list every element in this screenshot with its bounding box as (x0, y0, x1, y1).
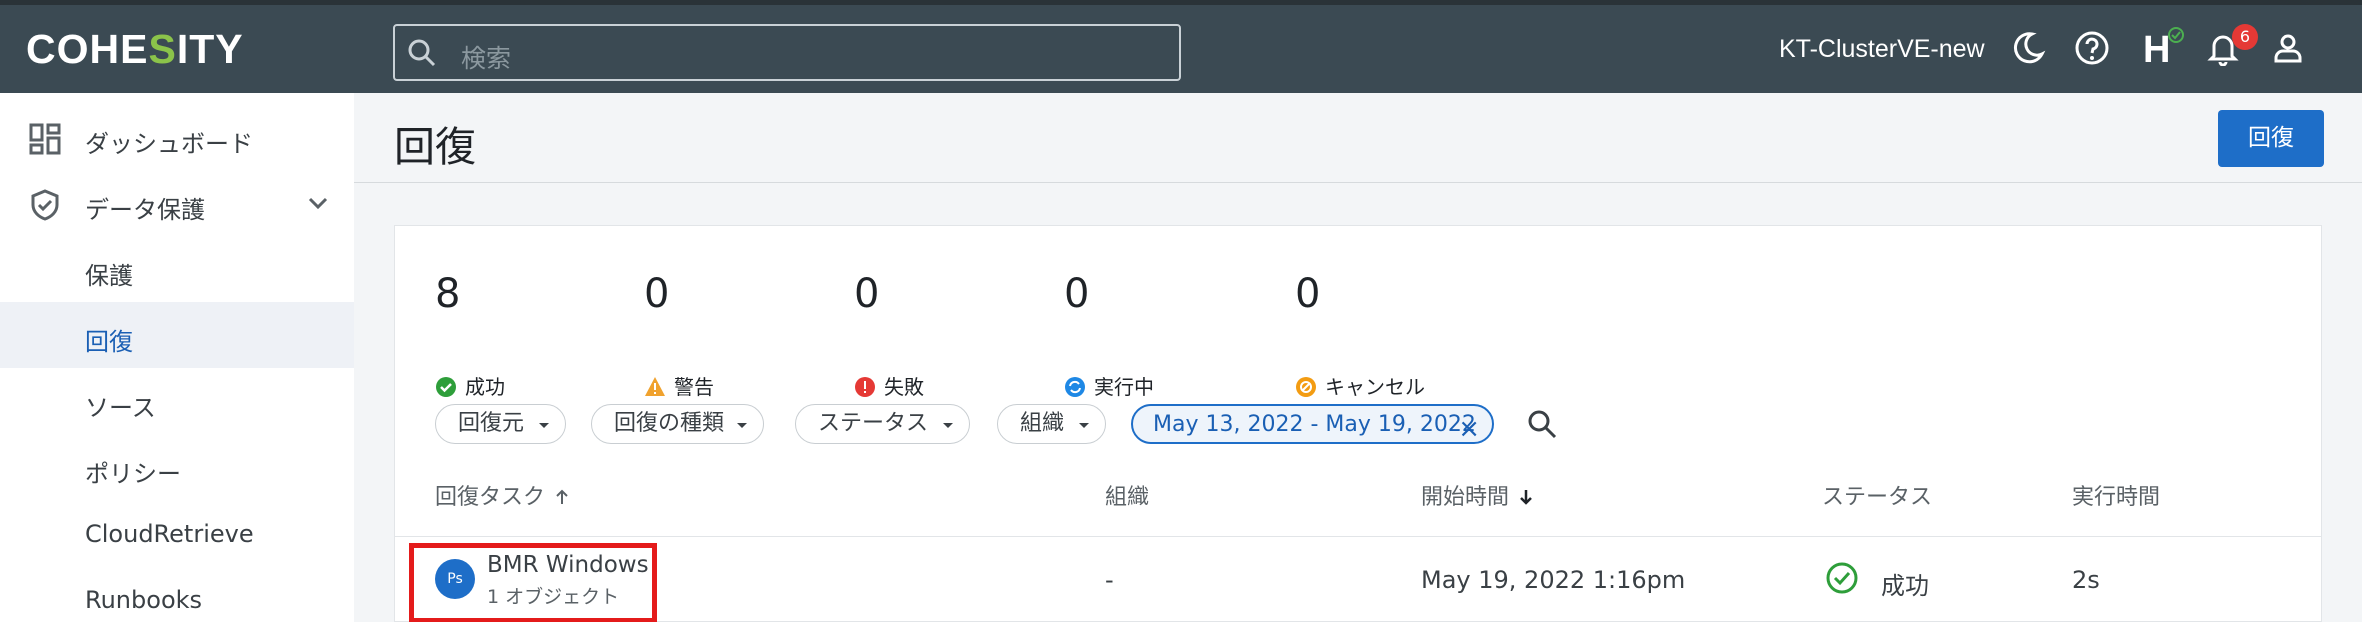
sidebar-item-label: 保護 (85, 262, 133, 290)
highlight-box (409, 543, 657, 622)
caret-down-icon (737, 423, 747, 428)
sidebar-item-label: 回復 (85, 328, 133, 356)
search-icon (407, 38, 437, 68)
divider (395, 536, 2321, 537)
cohesity-logo[interactable]: COHESITY (26, 26, 244, 73)
column-header-organization[interactable]: 組織 (1105, 479, 1149, 511)
sidebar-item-label: ポリシー (85, 460, 181, 488)
filter-recovery-type[interactable]: 回復の種類 (591, 404, 764, 444)
filter-organization[interactable]: 組織 (997, 404, 1106, 444)
row-organization: - (1105, 566, 1114, 594)
column-header-task[interactable]: 回復タスク (435, 479, 571, 511)
sidebar-item-cloudretrieve[interactable]: CloudRetrieve (0, 500, 354, 566)
status-success-icon (1825, 561, 1859, 601)
stat-cancelled[interactable]: 0 キャンセル (1295, 271, 1425, 399)
column-label: 開始時間 (1421, 485, 1510, 510)
date-range-label: May 13, 2022 - May 19, 2022 (1153, 412, 1476, 437)
filter-label: 組織 (1020, 411, 1065, 436)
recover-button[interactable]: 回復 (2218, 110, 2324, 167)
sidebar-item-label: Runbooks (85, 586, 203, 614)
notification-badge: 6 (2232, 24, 2258, 50)
help-icon[interactable] (2074, 30, 2110, 66)
stat-label: 警告 (674, 375, 714, 399)
stat-label: 実行中 (1094, 375, 1154, 399)
stat-label: キャンセル (1325, 375, 1425, 399)
success-icon (436, 377, 456, 397)
column-header-start-time[interactable]: 開始時間 (1421, 479, 1535, 511)
recovery-card: 8 成功 0 警告 0 失敗 0 実行中 0 キャンセル 回復元 回復の種類 ス… (394, 225, 2322, 622)
cluster-selector[interactable]: KT-ClusterVE-new (1779, 35, 1985, 64)
caret-down-icon (1079, 423, 1089, 428)
sidebar-item-policies[interactable]: ポリシー (0, 434, 354, 500)
stat-running[interactable]: 0 実行中 (1064, 271, 1154, 399)
sidebar-item-label: ダッシュボード (85, 130, 253, 158)
column-label: 回復タスク (435, 485, 546, 510)
row-status: 成功 (1881, 572, 1929, 600)
sidebar-item-data-protection[interactable]: データ保護 (0, 170, 354, 236)
clear-icon[interactable]: × (1458, 410, 1480, 448)
filter-date-range[interactable]: May 13, 2022 - May 19, 2022 × (1131, 404, 1494, 444)
sidebar-item-dashboard[interactable]: ダッシュボード (0, 104, 354, 170)
logo-part: ITY (176, 26, 244, 72)
dark-mode-icon[interactable] (2010, 30, 2046, 66)
logo-part: COHE (26, 26, 149, 72)
filter-label: ステータス (818, 411, 929, 436)
stat-warning[interactable]: 0 警告 (644, 271, 714, 399)
stat-failed[interactable]: 0 失敗 (854, 271, 924, 399)
sidebar-item-protection[interactable]: 保護 (0, 236, 354, 302)
stat-value: 0 (1064, 271, 1090, 317)
row-duration: 2s (2072, 566, 2100, 594)
filter-status[interactable]: ステータス (795, 404, 970, 444)
sidebar: ダッシュボード データ保護 保護 回復 ソース ポリシー CloudRetrie… (0, 93, 354, 622)
stat-label: 失敗 (884, 375, 924, 399)
search-placeholder: 検索 (461, 44, 512, 73)
caret-down-icon (539, 423, 549, 428)
caret-down-icon (943, 423, 953, 428)
chevron-down-icon[interactable] (305, 190, 331, 216)
cancelled-icon (1296, 377, 1316, 397)
sidebar-item-label: ソース (85, 394, 156, 422)
stat-success[interactable]: 8 成功 (435, 271, 505, 399)
row-start-time: May 19, 2022 1:16pm (1421, 566, 1686, 594)
sidebar-item-label: CloudRetrieve (85, 520, 254, 548)
stat-label: 成功 (465, 375, 505, 399)
column-header-duration[interactable]: 実行時間 (2072, 479, 2160, 511)
top-bar: COHESITY 検索 KT-ClusterVE-new H 6 (0, 0, 2362, 93)
window-strip (0, 0, 2362, 5)
warning-icon (645, 377, 665, 396)
sort-up-icon (556, 489, 568, 504)
running-icon (1065, 377, 1085, 397)
filter-label: 回復元 (458, 411, 525, 436)
user-icon[interactable] (2270, 30, 2306, 66)
page-header: 回復 回復 (354, 93, 2362, 183)
logo-part: S (148, 26, 177, 72)
filter-recovery-source[interactable]: 回復元 (435, 404, 566, 444)
stat-value: 0 (1295, 271, 1321, 317)
page-title: 回復 (394, 123, 476, 171)
helios-connected-icon (2167, 26, 2185, 44)
sidebar-item-sources[interactable]: ソース (0, 368, 354, 434)
column-header-status[interactable]: ステータス (1822, 479, 1932, 511)
sidebar-item-label: データ保護 (85, 196, 205, 224)
search-icon[interactable] (1525, 407, 1559, 441)
error-icon (855, 377, 875, 397)
sort-down-icon (1520, 490, 1532, 505)
stat-value: 0 (854, 271, 880, 317)
sidebar-item-recovery[interactable]: 回復 (0, 302, 354, 368)
shield-icon (28, 188, 62, 222)
filter-label: 回復の種類 (614, 411, 725, 436)
dashboard-icon (28, 122, 62, 156)
sidebar-item-runbooks[interactable]: Runbooks (0, 566, 354, 622)
stat-value: 8 (435, 271, 461, 317)
stat-value: 0 (644, 271, 670, 317)
search-input[interactable]: 検索 (393, 24, 1181, 81)
